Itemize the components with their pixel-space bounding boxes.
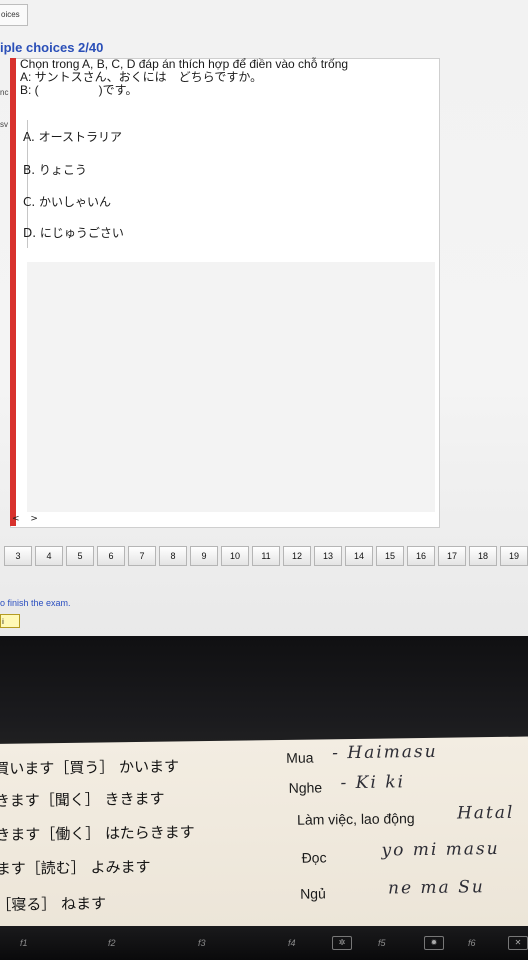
option-text: りょこう [38,163,87,177]
question-text: Chọn trong A, B, C, D đáp án thích hợp đ… [20,58,430,97]
question-line-b: B: ( )です。 [20,83,138,97]
brightness-up-icon[interactable]: ✹ [424,936,444,950]
page-button-7[interactable]: 7 [128,546,156,566]
brightness-down-icon[interactable]: ✲ [332,936,352,950]
handwritten-romaji-2: - Ki ki [340,772,406,794]
option-letter: A. [23,130,35,144]
vocabulary-note-paper: 買います［買う］ かいます きます［聞く］ ききます きます［働く］ はたらきま… [0,736,528,934]
laptop-keyboard-row: f1 f2 f3 f4 ✲ f5 ✹ f6 ✕ [0,926,528,960]
page-button-9[interactable]: 9 [190,546,218,566]
f6-key[interactable]: f6 [468,938,476,948]
page-button-6[interactable]: 6 [97,546,125,566]
option-c[interactable]: C. かいしゃいん [23,193,111,210]
option-text: かいしゃいん [39,195,112,209]
handwritten-romaji-4: yo mi masu [381,838,500,861]
option-a[interactable]: A. オーストラリア [23,128,122,145]
jp-vocab-4: ます［読む］ よみます [0,857,151,878]
finish-exam-text: o finish the exam. [0,598,71,608]
handwritten-romaji-1: - Haimasu [332,741,438,764]
side-label-sv: sv [0,120,8,129]
jp-vocab-5: ［寝る］ ねます [0,894,107,914]
monitor-screen: oices iple choices 2/40 nc sv Chọn trong… [0,0,528,640]
option-text: にじゅうごさい [39,226,124,240]
close-icon[interactable]: ✕ [508,936,528,950]
f5-key[interactable]: f5 [378,938,386,948]
page-button-10[interactable]: 10 [221,546,249,566]
vn-meaning-3: Làm việc, lao động [296,810,415,828]
page-button-17[interactable]: 17 [438,546,466,566]
page-button-16[interactable]: 16 [407,546,435,566]
option-b[interactable]: B. りょこう [23,161,87,178]
f4-key[interactable]: f4 [288,938,296,948]
vn-meaning-4: Đọc [301,849,327,866]
vn-meaning-2: Nghe [288,779,323,796]
option-text: オーストラリア [38,130,123,144]
option-letter: B. [23,163,36,177]
page-button-3[interactable]: 3 [4,546,32,566]
page-button-11[interactable]: 11 [252,546,280,566]
panel-scroll-arrows[interactable]: < > [12,514,42,524]
option-letter: D. [23,226,37,240]
section-title: iple choices 2/40 [0,40,104,55]
page-button-12[interactable]: 12 [283,546,311,566]
page-button-8[interactable]: 8 [159,546,187,566]
question-panel-blank-area [27,262,435,512]
handwritten-romaji-3: Hatal [456,802,515,824]
page-button-15[interactable]: 15 [376,546,404,566]
vn-meaning-5: Ngủ [300,885,326,902]
question-indicator-bar [10,58,16,526]
question-pager: 3 4 5 6 7 8 9 10 11 12 13 14 15 16 17 18… [4,546,528,568]
vn-meaning-1: Mua [286,749,314,766]
browser-tab[interactable]: oices [0,4,28,26]
option-letter: C. [23,195,36,209]
page-button-14[interactable]: 14 [345,546,373,566]
jp-vocab-3: きます［働く］ はたらきます [0,823,195,844]
f1-key[interactable]: f1 [20,938,28,948]
f3-key[interactable]: f3 [198,938,206,948]
jp-vocab-1: 買います［買う］ かいます [0,757,180,778]
jp-vocab-2: きます［聞く］ ききます [0,789,165,810]
finish-exam-button[interactable]: i [0,614,20,628]
handwritten-romaji-5: ne ma Su [387,877,485,899]
page-button-19[interactable]: 19 [500,546,528,566]
page-button-18[interactable]: 18 [469,546,497,566]
page-button-5[interactable]: 5 [66,546,94,566]
option-d[interactable]: D. にじゅうごさい [23,224,124,241]
f2-key[interactable]: f2 [108,938,116,948]
page-button-4[interactable]: 4 [35,546,63,566]
side-label-nc: nc [0,88,9,97]
page-button-13[interactable]: 13 [314,546,342,566]
